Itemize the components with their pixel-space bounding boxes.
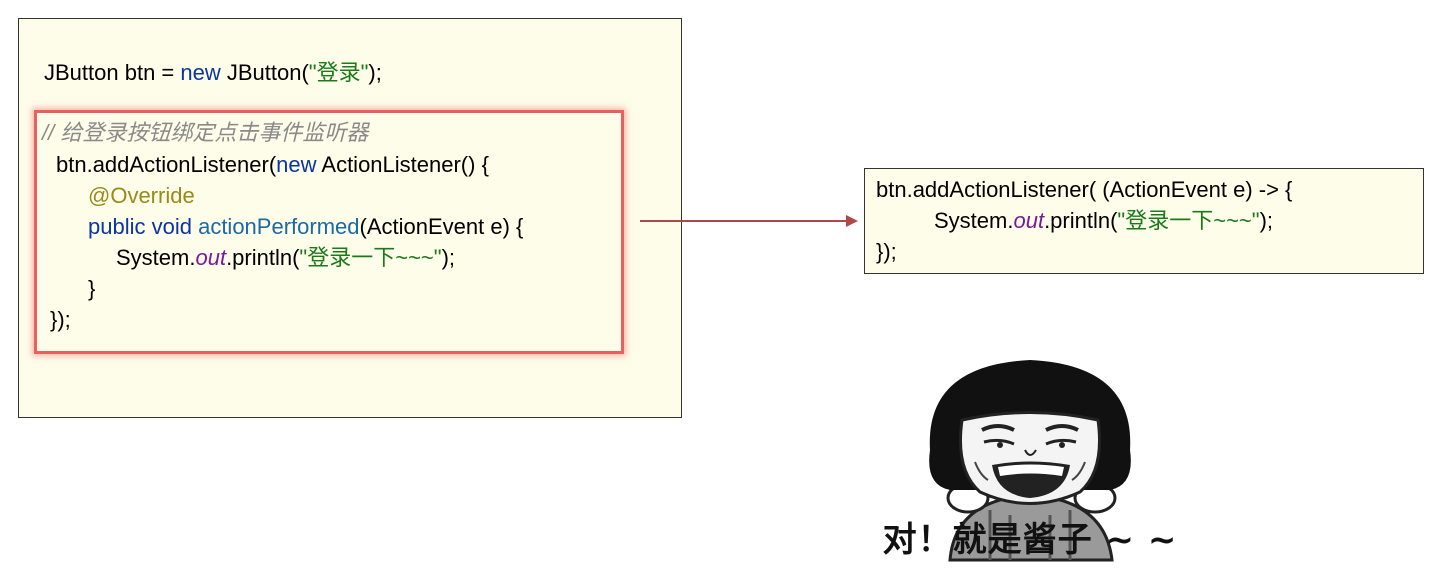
lambda-line-add-listener: btn.addActionListener( (ActionEvent e) -… <box>876 177 1293 202</box>
transform-arrow <box>640 215 858 227</box>
lambda-line-close: }); <box>876 239 897 264</box>
lambda-line-println: System.out.println("登录一下~~~"); <box>934 208 1274 233</box>
meme-caption: 对！就是酱子 ~ ~ <box>882 520 1178 560</box>
